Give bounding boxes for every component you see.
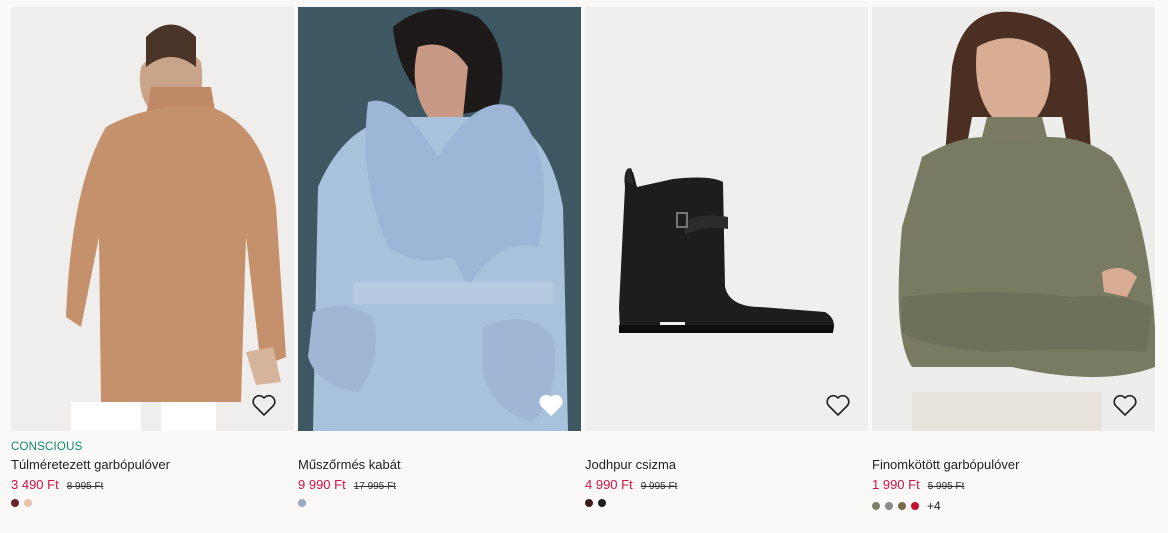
color-swatch[interactable] — [885, 502, 893, 510]
color-swatches: +4 — [872, 499, 1155, 513]
product-image[interactable] — [872, 7, 1155, 431]
color-swatch[interactable] — [872, 502, 880, 510]
original-price: 5 995 Ft — [927, 481, 965, 492]
product-photo-ankle-boot — [585, 7, 868, 431]
product-photo-faux-fur-coat — [298, 7, 581, 431]
product-image[interactable] — [11, 7, 294, 431]
sale-price: 1 990 Ft — [872, 477, 920, 492]
price-row: 4 990 Ft 9 995 Ft — [585, 477, 868, 492]
product-photo-knit-sweater-khaki — [872, 7, 1155, 431]
color-swatch[interactable] — [585, 499, 593, 507]
product-grid: CONSCIOUS Túlméretezett garbópulóver 3 4… — [11, 7, 1155, 525]
color-swatches — [11, 499, 294, 507]
product-title[interactable]: Jodhpur csizma — [585, 457, 868, 473]
product-card[interactable]: Jodhpur csizma 4 990 Ft 9 995 Ft — [585, 7, 868, 525]
product-info: Műszőrmés kabát 9 990 Ft 17 995 Ft — [298, 431, 581, 525]
heart-icon[interactable] — [250, 391, 278, 419]
product-image[interactable] — [585, 7, 868, 431]
product-title[interactable]: Finomkötött garbópulóver — [872, 457, 1155, 473]
conscious-tag: CONSCIOUS — [11, 441, 83, 453]
sale-price: 3 490 Ft — [11, 477, 59, 492]
sale-price: 4 990 Ft — [585, 477, 633, 492]
product-card[interactable]: Finomkötött garbópulóver 1 990 Ft 5 995 … — [872, 7, 1155, 525]
heart-icon[interactable] — [537, 391, 565, 419]
price-row: 9 990 Ft 17 995 Ft — [298, 477, 581, 492]
color-swatch[interactable] — [898, 502, 906, 510]
price-row: 1 990 Ft 5 995 Ft — [872, 477, 1155, 492]
color-swatches — [585, 499, 868, 507]
price-row: 3 490 Ft 8 995 Ft — [11, 477, 294, 492]
more-colors-count[interactable]: +4 — [927, 499, 941, 513]
color-swatches — [298, 499, 581, 507]
original-price: 17 995 Ft — [353, 481, 396, 492]
color-swatch[interactable] — [11, 499, 19, 507]
product-info: CONSCIOUS Túlméretezett garbópulóver 3 4… — [11, 431, 294, 525]
heart-icon[interactable] — [1111, 391, 1139, 419]
heart-icon[interactable] — [824, 391, 852, 419]
color-swatch[interactable] — [298, 499, 306, 507]
product-photo-sweater-camel — [11, 7, 294, 431]
product-card[interactable]: CONSCIOUS Túlméretezett garbópulóver 3 4… — [11, 7, 294, 525]
product-info: Jodhpur csizma 4 990 Ft 9 995 Ft — [585, 431, 868, 525]
sale-price: 9 990 Ft — [298, 477, 346, 492]
product-title[interactable]: Túlméretezett garbópulóver — [11, 457, 294, 473]
color-swatch[interactable] — [598, 499, 606, 507]
product-card[interactable]: Műszőrmés kabát 9 990 Ft 17 995 Ft — [298, 7, 581, 525]
product-info: Finomkötött garbópulóver 1 990 Ft 5 995 … — [872, 431, 1155, 525]
original-price: 9 995 Ft — [640, 481, 678, 492]
product-image[interactable] — [298, 7, 581, 431]
color-swatch[interactable] — [911, 502, 919, 510]
original-price: 8 995 Ft — [66, 481, 104, 492]
product-title[interactable]: Műszőrmés kabát — [298, 457, 581, 473]
color-swatch[interactable] — [24, 499, 32, 507]
